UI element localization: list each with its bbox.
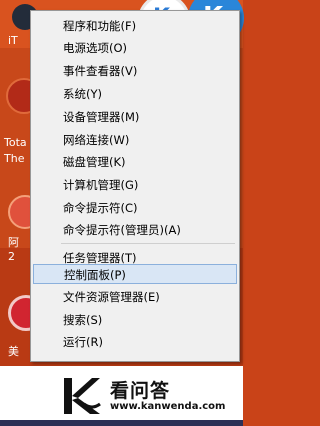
menu-item-programs-features[interactable]: 程序和功能(F) bbox=[33, 16, 237, 36]
menu-item-device-manager[interactable]: 设备管理器(M) bbox=[33, 107, 237, 127]
menu-item-disk-management[interactable]: 磁盘管理(K) bbox=[33, 152, 237, 172]
desktop-icon-label[interactable]: 2 bbox=[8, 250, 15, 263]
menu-separator bbox=[61, 243, 235, 244]
menu-item-command-prompt-admin[interactable]: 命令提示符(管理员)(A) bbox=[33, 220, 237, 240]
desktop-icon-label[interactable]: Tota bbox=[4, 136, 27, 149]
taskbar-strip bbox=[0, 420, 243, 426]
menu-item-search[interactable]: 搜索(S) bbox=[33, 310, 237, 330]
desktop-icon-label[interactable]: 阿 bbox=[8, 234, 19, 250]
menu-item-event-viewer[interactable]: 事件查看器(V) bbox=[33, 61, 237, 81]
kanwenda-logo-icon bbox=[64, 378, 101, 414]
menu-item-file-explorer[interactable]: 文件资源管理器(E) bbox=[33, 287, 237, 307]
winx-context-menu: 程序和功能(F) 电源选项(O) 事件查看器(V) 系统(Y) 设备管理器(M)… bbox=[30, 10, 240, 362]
menu-item-run[interactable]: 运行(R) bbox=[33, 332, 237, 352]
menu-item-network-connections[interactable]: 网络连接(W) bbox=[33, 130, 237, 150]
watermark-title: 看问答 bbox=[110, 380, 171, 402]
menu-item-command-prompt[interactable]: 命令提示符(C) bbox=[33, 198, 237, 218]
desktop-icon-label[interactable]: 美 bbox=[8, 343, 19, 359]
menu-item-system[interactable]: 系统(Y) bbox=[33, 84, 237, 104]
desktop-icon-label[interactable]: iT bbox=[8, 34, 18, 47]
menu-item-control-panel[interactable]: 控制面板(P) bbox=[33, 264, 237, 284]
menu-item-power-options[interactable]: 电源选项(O) bbox=[33, 38, 237, 58]
desktop-icon-label[interactable]: The bbox=[4, 152, 24, 165]
watermark-url: www.kanwenda.com bbox=[110, 401, 226, 412]
menu-item-computer-management[interactable]: 计算机管理(G) bbox=[33, 175, 237, 195]
